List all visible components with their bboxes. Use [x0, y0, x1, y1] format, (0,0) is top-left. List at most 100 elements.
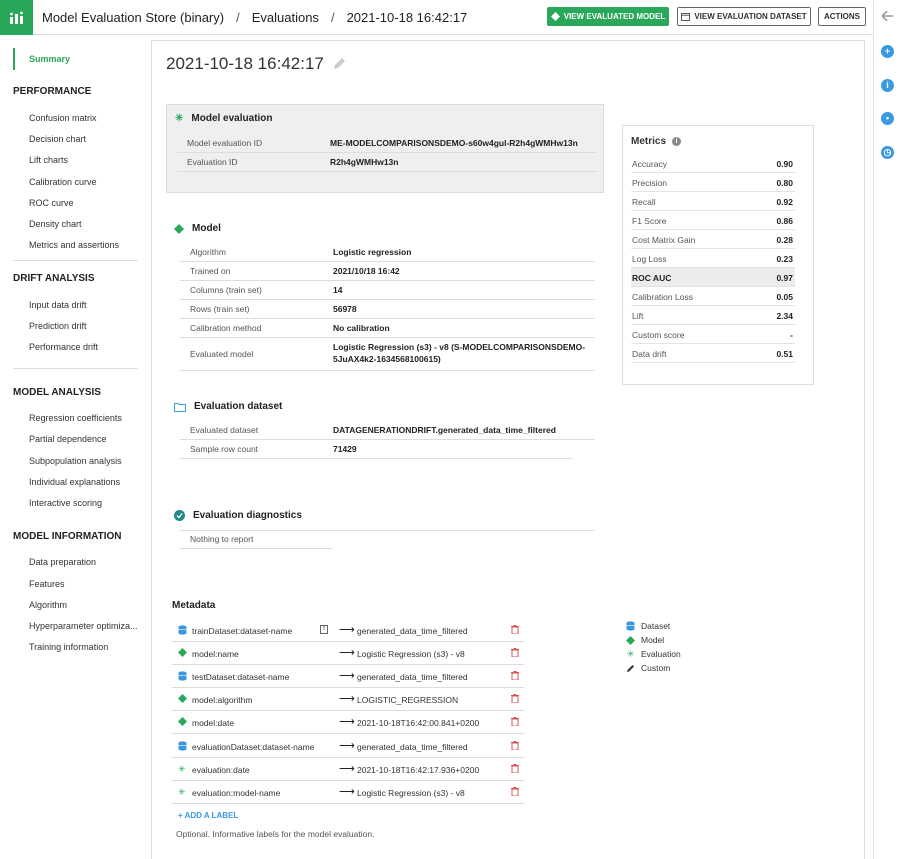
sidebar-item-regression-coefficients[interactable]: Regression coefficients — [29, 413, 122, 423]
model-diamond-icon — [178, 717, 187, 726]
sample-row-count-row: Sample row count 71429 — [180, 440, 572, 459]
metric-row: Cost Matrix Gain 0.28 — [631, 230, 795, 249]
model-row: Columns (train set) 14 — [180, 281, 595, 300]
metric-value: 0.05 — [776, 292, 793, 302]
breadcrumb-evaluations[interactable]: Evaluations — [252, 10, 319, 25]
history-icon[interactable]: ◷ — [881, 146, 894, 159]
sidebar-item-algorithm[interactable]: Algorithm — [29, 600, 67, 610]
evaluation-icon: ✳ — [626, 648, 635, 659]
metadata-value[interactable]: generated_data_time_filtered — [357, 742, 468, 752]
legend-label: Model — [641, 635, 665, 645]
metadata-value[interactable]: 2021-10-18T16:42:17.936+0200 — [357, 765, 479, 775]
metadata-key[interactable]: model:name — [192, 649, 239, 659]
sidebar-item-subpopulation-analysis[interactable]: Subpopulation analysis — [29, 456, 122, 466]
view-evaluation-dataset-button[interactable]: VIEW EVALUATION DATASET — [677, 7, 811, 26]
model-diamond-icon — [626, 635, 635, 645]
breadcrumb-separator: / — [236, 10, 240, 25]
sidebar-item-data-preparation[interactable]: Data preparation — [29, 557, 96, 567]
model-diamond-icon — [174, 223, 184, 234]
metric-row: Log Loss 0.23 — [631, 249, 795, 268]
trash-icon[interactable] — [511, 787, 519, 798]
breadcrumb-current: 2021-10-18 16:42:17 — [346, 10, 468, 25]
metadata-row: ✳ evaluation:model-name ⟶ Logistic Regressi… — [172, 781, 524, 804]
sidebar-item-features[interactable]: Features — [29, 579, 65, 589]
sidebar-item-decision-chart[interactable]: Decision chart — [29, 134, 86, 144]
discussion-icon[interactable]: • — [881, 112, 894, 125]
evaluation-dataset-header: Evaluation dataset — [174, 401, 282, 412]
sidebar-item-confusion-matrix[interactable]: Confusion matrix — [29, 113, 97, 123]
sidebar-item-hyperparameter-optimization[interactable]: Hyperparameter optimiza... — [29, 621, 138, 631]
metadata-row: model:algorithm ⟶ LOGISTIC_REGRESSION — [172, 688, 524, 711]
sidebar-item-input-data-drift[interactable]: Input data drift — [29, 300, 87, 310]
model-row-value: Logistic regression — [333, 247, 412, 257]
model-section-title: Model — [192, 223, 221, 234]
sidebar-item-partial-dependence[interactable]: Partial dependence — [29, 434, 107, 444]
actions-button[interactable]: ACTIONS — [818, 7, 866, 26]
trash-icon[interactable] — [511, 625, 519, 636]
legend-label: Evaluation — [641, 649, 681, 659]
metadata-value[interactable]: generated_data_time_filtered — [357, 672, 468, 682]
info-circle-icon[interactable]: i — [881, 79, 894, 92]
metadata-value[interactable]: Logistic Regression (s3) - v8 — [357, 788, 465, 798]
metric-row: Precision 0.80 — [631, 173, 795, 192]
metadata-value[interactable]: LOGISTIC_REGRESSION — [357, 695, 458, 705]
trash-icon[interactable] — [511, 648, 519, 659]
breadcrumb-store[interactable]: Model Evaluation Store (binary) — [42, 10, 224, 25]
model-row-value: 56978 — [333, 304, 357, 314]
sidebar-item-density-chart[interactable]: Density chart — [29, 219, 82, 229]
evaluated-model-link[interactable]: Logistic Regression (s3) - v8 (S-MODELCO… — [333, 341, 585, 365]
metadata-key[interactable]: trainDataset:dataset-name — [192, 626, 292, 636]
model-row: Trained on 2021/10/18 16:42 — [180, 262, 595, 281]
model-row-label: Calibration method — [190, 323, 262, 333]
sidebar-item-summary[interactable]: Summary — [13, 48, 70, 70]
dataset-window-icon — [681, 12, 691, 21]
metric-row: Accuracy 0.90 — [631, 154, 795, 173]
sidebar-item-individual-explanations[interactable]: Individual explanations — [29, 477, 120, 487]
sidebar-item-roc-curve[interactable]: ROC curve — [29, 198, 74, 208]
metadata-key[interactable]: evaluation:model-name — [192, 788, 280, 798]
view-evaluated-model-button[interactable]: VIEW EVALUATED MODEL — [547, 7, 669, 26]
diagnostics-title: Evaluation diagnostics — [193, 510, 302, 521]
sidebar-item-training-information[interactable]: Training information — [29, 642, 108, 652]
metric-name: Lift — [632, 311, 644, 321]
legend-item-dataset: Dataset — [626, 621, 670, 631]
trash-icon[interactable] — [511, 764, 519, 775]
metadata-key[interactable]: model:algorithm — [192, 695, 252, 705]
metadata-value[interactable]: generated_data_time_filtered — [357, 626, 468, 636]
metadata-value[interactable]: Logistic Regression (s3) - v8 — [357, 649, 465, 659]
arrow-right-icon: ⟶ — [339, 624, 355, 636]
sidebar-item-calibration-curve[interactable]: Calibration curve — [29, 177, 97, 187]
add-label-button[interactable]: + ADD A LABEL — [178, 811, 238, 820]
evaluation-id-label: Evaluation ID — [187, 157, 238, 167]
model-evaluation-icon[interactable] — [0, 0, 33, 35]
trash-icon[interactable] — [511, 694, 519, 705]
metric-value: 0.97 — [776, 273, 793, 283]
sidebar-item-interactive-scoring[interactable]: Interactive scoring — [29, 498, 102, 508]
evaluated-dataset-link[interactable]: DATAGENERATIONDRIFT.generated_data_time_… — [333, 425, 556, 435]
view-evaluation-dataset-label: VIEW EVALUATION DATASET — [694, 12, 807, 21]
model-evaluation-panel: ✳ Model evaluation Model evaluation ID M… — [166, 104, 604, 193]
breadcrumb: Model Evaluation Store (binary) / Evaluati… — [42, 10, 467, 25]
add-circle-icon[interactable]: + — [881, 45, 894, 58]
legend-item-evaluation: ✳ Evaluation — [626, 649, 681, 659]
sidebar-item-lift-charts[interactable]: Lift charts — [29, 155, 68, 165]
model-evaluation-id-value: ME-MODELCOMPARISONSDEMO-s60w4gul-R2h4gWM… — [330, 138, 578, 148]
info-icon[interactable]: i — [672, 137, 682, 146]
metric-name: Recall — [632, 197, 656, 207]
metadata-key[interactable]: testDataset:dataset-name — [192, 672, 289, 682]
sidebar-item-prediction-drift[interactable]: Prediction drift — [29, 321, 87, 331]
metadata-key[interactable]: evaluationDataset:dataset-name — [192, 742, 314, 752]
sample-row-count-label: Sample row count — [190, 444, 259, 454]
sidebar-item-performance-drift[interactable]: Performance drift — [29, 342, 98, 352]
trash-icon[interactable] — [511, 671, 519, 682]
pencil-icon — [626, 664, 635, 673]
trash-icon[interactable] — [511, 717, 519, 728]
pencil-icon[interactable] — [332, 56, 347, 71]
metadata-row: model:date ⟶ 2021-10-18T16:42:00.841+0200 — [172, 711, 524, 734]
trash-icon[interactable] — [511, 741, 519, 752]
sidebar-item-metrics-assertions[interactable]: Metrics and assertions — [29, 240, 119, 250]
metadata-key[interactable]: evaluation:date — [192, 765, 250, 775]
collapse-arrow-icon[interactable] — [882, 11, 893, 21]
metadata-value[interactable]: 2021-10-18T16:42:00.841+0200 — [357, 718, 479, 728]
metadata-key[interactable]: model:date — [192, 718, 234, 728]
